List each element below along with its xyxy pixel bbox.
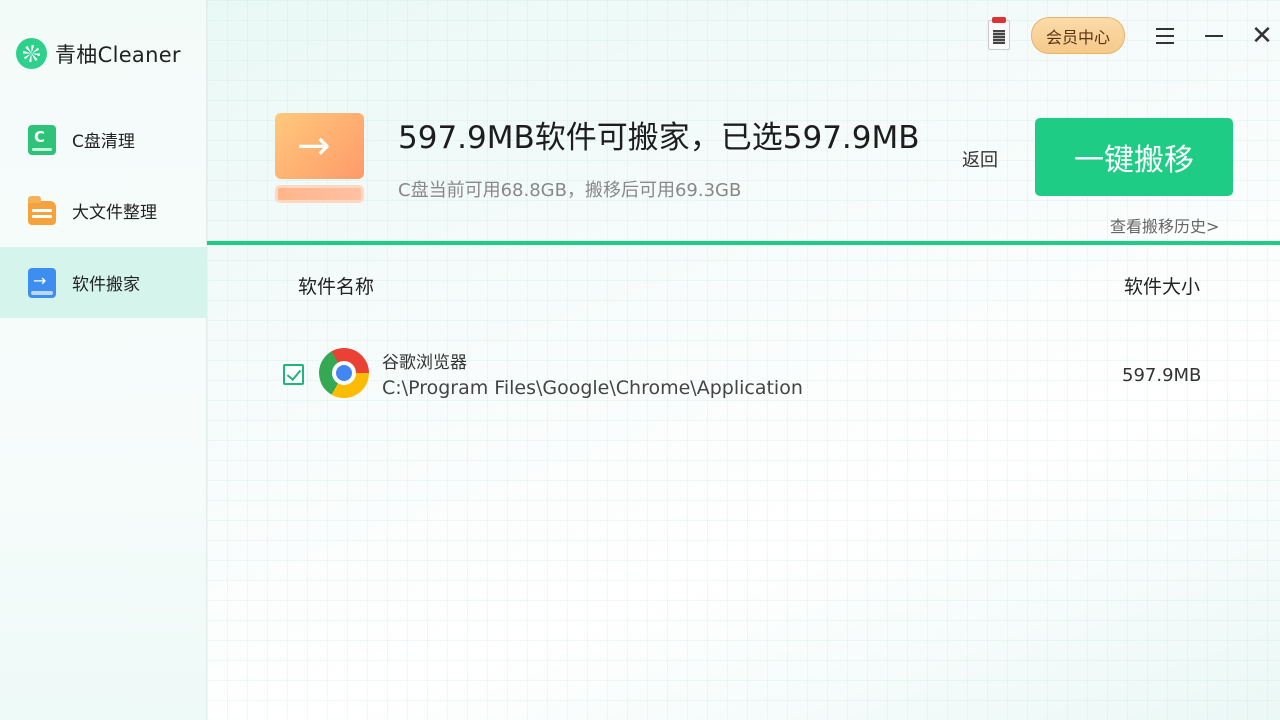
app-logo: 青柚Cleaner (16, 38, 181, 69)
software-path: C:\Program Files\Google\Chrome\Applicati… (382, 377, 803, 399)
folder-icon (28, 195, 56, 225)
c-disk-icon (28, 124, 56, 155)
sidebar-item-label: 大文件整理 (72, 203, 157, 223)
page-title: 597.9MB软件可搬家，已选597.9MB (398, 120, 920, 156)
column-header-size: 软件大小 (1124, 276, 1201, 298)
minimize-icon[interactable] (1200, 22, 1228, 50)
column-header-name: 软件名称 (298, 276, 375, 298)
disk-space-summary: C盘当前可用68.8GB，搬移后可用69.3GB (398, 180, 742, 201)
software-move-illustration-icon (275, 113, 364, 203)
app-window: 青柚Cleaner C盘清理 大文件整理 软件搬家 会员中心 ✕ 597.9MB… (0, 0, 1280, 720)
header-divider (207, 241, 1280, 245)
vip-center-button[interactable]: 会员中心 (1031, 17, 1125, 54)
chrome-icon (319, 348, 369, 398)
table-row: 谷歌浏览器 C:\Program Files\Google\Chrome\App… (207, 340, 1280, 410)
sidebar-item-label: C盘清理 (72, 132, 135, 152)
sidebar: 青柚Cleaner C盘清理 大文件整理 软件搬家 (0, 0, 207, 720)
grapefruit-logo-icon (16, 38, 47, 69)
software-name: 谷歌浏览器 (382, 353, 467, 373)
move-history-link[interactable]: 查看搬移历史> (1110, 213, 1219, 237)
back-button[interactable]: 返回 (962, 146, 998, 172)
gift-icon[interactable] (988, 17, 1010, 50)
sidebar-item-c-disk-clean[interactable]: C盘清理 (0, 104, 207, 175)
menu-icon[interactable] (1151, 22, 1179, 50)
row-checkbox[interactable] (283, 364, 304, 385)
one-click-move-button[interactable]: 一键搬移 (1035, 118, 1233, 196)
sidebar-item-software-move[interactable]: 软件搬家 (0, 247, 207, 318)
move-software-icon (28, 267, 56, 298)
close-icon[interactable]: ✕ (1248, 22, 1276, 50)
app-name: 青柚Cleaner (55, 42, 181, 67)
sidebar-item-large-files[interactable]: 大文件整理 (0, 175, 207, 246)
software-size: 597.9MB (1122, 365, 1202, 386)
sidebar-item-label: 软件搬家 (72, 275, 140, 295)
